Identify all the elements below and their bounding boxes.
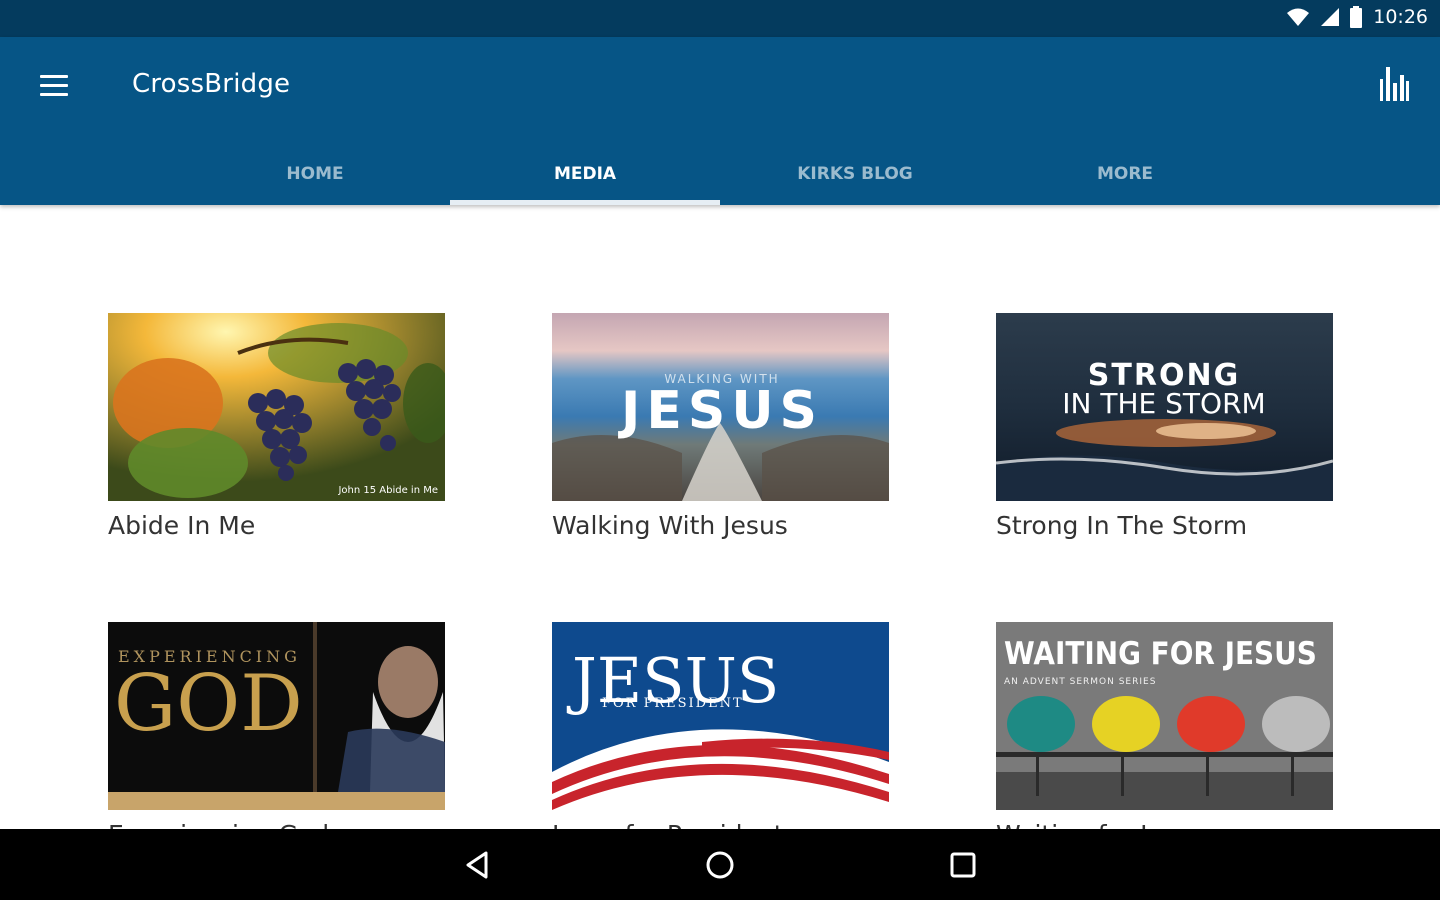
artwork-subtitle: FOR PRESIDENT	[602, 696, 744, 711]
media-card-experiencing-god[interactable]: EXPERIENCING GOD Experiencing God	[108, 622, 445, 849]
media-card-walking-with-jesus[interactable]: WALKING WITH JESUS Walking With Jesus	[552, 313, 889, 540]
tab-kirks-blog[interactable]: KIRKS BLOG	[720, 142, 990, 205]
artwork-title: JESUS	[618, 381, 823, 441]
cell-signal-icon	[1321, 8, 1340, 26]
hamburger-menu-icon[interactable]	[38, 70, 70, 102]
storm-artwork: STRONG IN THE STORM	[996, 313, 1333, 501]
artwork-caption: John 15 Abide in Me	[337, 485, 438, 496]
app-title: CrossBridge	[132, 69, 291, 99]
status-time: 10:26	[1373, 6, 1428, 28]
tab-label: MEDIA	[553, 163, 617, 184]
tab-label: KIRKS BLOG	[797, 163, 913, 184]
artwork-line1: WAITING FOR JESUS	[1004, 636, 1317, 672]
back-icon[interactable]	[462, 849, 494, 881]
media-card-waiting-for-jesus[interactable]: WAITING FOR JESUS AN ADVENT SERMON SERIE…	[996, 622, 1333, 849]
flag-artwork: JESUS FOR PRESIDENT	[552, 622, 889, 810]
media-thumbnail: EXPERIENCING GOD	[108, 622, 445, 810]
app-bar: CrossBridge HOME MEDIA KIRKS BLOG MORE	[0, 37, 1440, 205]
recents-icon[interactable]	[947, 849, 979, 881]
status-bar: 10:26	[0, 0, 1440, 37]
media-card-strong-in-the-storm[interactable]: STRONG IN THE STORM Strong In The Storm	[996, 313, 1333, 540]
chairs-artwork: WAITING FOR JESUS AN ADVENT SERMON SERIE…	[996, 622, 1333, 810]
system-nav-bar	[0, 829, 1440, 900]
status-icons: 10:26	[1287, 6, 1428, 28]
tab-label: HOME	[286, 163, 344, 184]
wifi-icon	[1287, 8, 1310, 26]
moses-artwork: EXPERIENCING GOD	[108, 622, 445, 810]
media-thumbnail: WALKING WITH JESUS	[552, 313, 889, 501]
media-thumbnail: WAITING FOR JESUS AN ADVENT SERMON SERIE…	[996, 622, 1333, 810]
media-title: Walking With Jesus	[552, 511, 788, 540]
media-title: Abide In Me	[108, 511, 256, 540]
tab-bar: HOME MEDIA KIRKS BLOG MORE	[180, 142, 1260, 205]
battery-icon	[1350, 6, 1363, 28]
media-thumbnail: JESUS FOR PRESIDENT	[552, 622, 889, 810]
tab-more[interactable]: MORE	[990, 142, 1260, 205]
media-card-abide-in-me[interactable]: John 15 Abide in Me Abide In Me	[108, 313, 445, 540]
media-thumbnail: STRONG IN THE STORM	[996, 313, 1333, 501]
media-thumbnail: John 15 Abide in Me	[108, 313, 445, 501]
artwork-line2: AN ADVENT SERMON SERIES	[1004, 677, 1156, 687]
media-card-jesus-for-president[interactable]: JESUS FOR PRESIDENT Jesus for President	[552, 622, 889, 849]
home-icon[interactable]	[704, 849, 736, 881]
tab-media[interactable]: MEDIA	[450, 142, 720, 205]
media-title: Strong In The Storm	[996, 511, 1248, 540]
beach-path-artwork: WALKING WITH JESUS	[552, 313, 889, 501]
artwork-line2: GOD	[114, 659, 303, 749]
artwork-line2: IN THE STORM	[1062, 387, 1265, 420]
bar-chart-icon[interactable]	[1378, 67, 1410, 101]
grapes-artwork: John 15 Abide in Me	[108, 313, 445, 501]
tab-home[interactable]: HOME	[180, 142, 450, 205]
tab-label: MORE	[1096, 163, 1154, 184]
